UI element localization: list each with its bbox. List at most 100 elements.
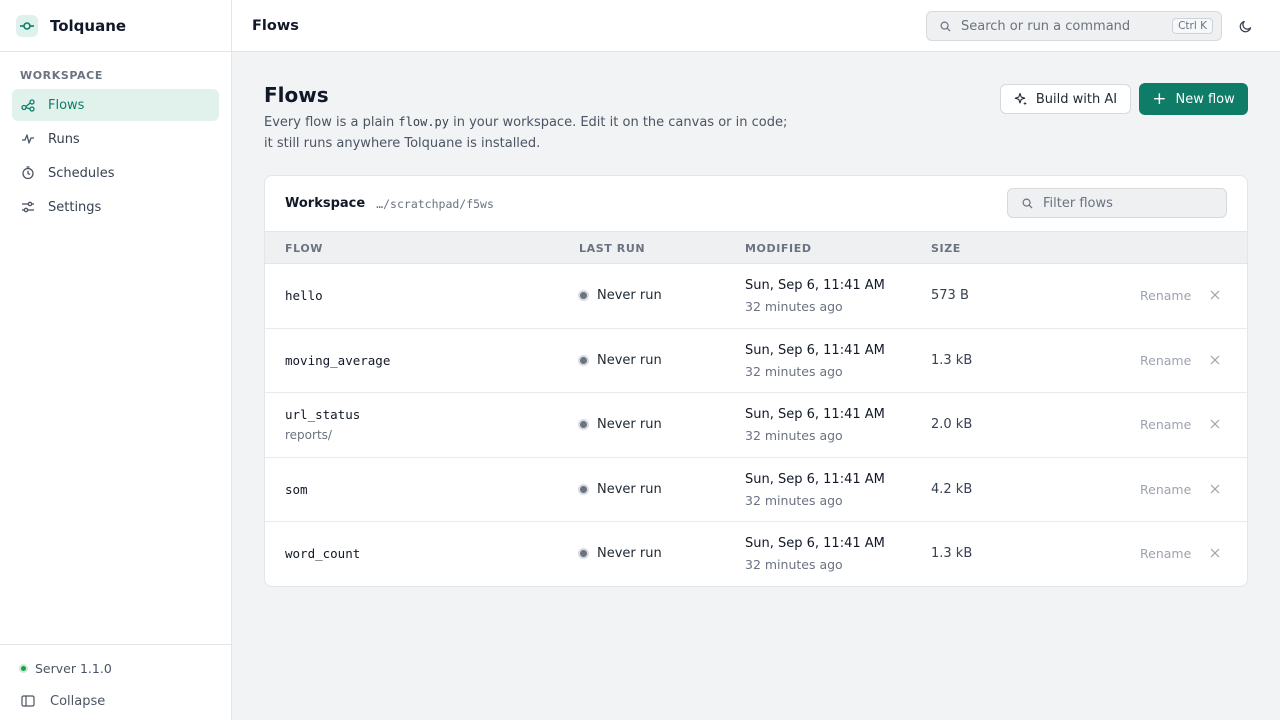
- workspace-header: Workspace …/scratchpad/f5ws Filter flows: [265, 176, 1247, 231]
- last-run-label: Never run: [597, 352, 662, 368]
- flow-name[interactable]: som: [285, 482, 308, 497]
- brand[interactable]: Tolquane: [0, 0, 231, 52]
- sidebar: Tolquane WORKSPACE Flows Runs Schedules: [0, 0, 232, 720]
- close-icon: [1210, 355, 1220, 364]
- theme-toggle-button[interactable]: [1236, 16, 1256, 36]
- sidebar-footer: Server 1.1.0 Collapse: [0, 644, 231, 720]
- collapse-button[interactable]: Collapse: [0, 690, 231, 712]
- table-row[interactable]: url_status reports/ Never run Sun, Sep 6…: [265, 393, 1247, 458]
- search-placeholder: Search or run a command: [961, 18, 1131, 34]
- workspace-path: …/scratchpad/f5ws: [376, 196, 494, 211]
- table-row[interactable]: word_count Never run Sun, Sep 6, 11:41 A…: [265, 522, 1247, 586]
- plus-icon: +: [1152, 88, 1167, 109]
- build-with-ai-label: Build with AI: [1035, 91, 1118, 107]
- modified-relative: 32 minutes ago: [745, 363, 843, 379]
- delete-button[interactable]: [1209, 483, 1221, 495]
- desc-text: it still runs anywhere Tolquane is insta…: [264, 136, 541, 151]
- close-icon: [1210, 290, 1220, 300]
- new-flow-label: New flow: [1175, 91, 1235, 107]
- filter-flows-input[interactable]: Filter flows: [1007, 188, 1227, 218]
- modified-date: Sun, Sep 6, 11:41 AM: [745, 342, 885, 358]
- rename-button[interactable]: Rename: [1140, 353, 1191, 368]
- last-run-status: Never run: [578, 288, 662, 303]
- last-run-label: Never run: [597, 288, 662, 303]
- desc-text: in your workspace. Edit it on the canvas…: [449, 115, 788, 130]
- last-run-status: Never run: [578, 417, 662, 432]
- rename-button[interactable]: Rename: [1140, 482, 1191, 497]
- sliders-icon: [20, 199, 36, 215]
- table-row[interactable]: hello Never run Sun, Sep 6, 11:41 AM 32 …: [265, 264, 1247, 329]
- close-icon: [1210, 548, 1220, 558]
- rename-button[interactable]: Rename: [1140, 417, 1191, 432]
- table-row[interactable]: moving_average Never run Sun, Sep 6, 11:…: [265, 329, 1247, 393]
- collapse-label: Collapse: [50, 693, 106, 709]
- sidebar-heading: WORKSPACE: [20, 69, 103, 82]
- flow-size: 573 B: [931, 288, 969, 303]
- close-icon: [1210, 419, 1220, 429]
- clock-icon: [20, 165, 36, 181]
- desc-text: Every flow is a plain: [264, 115, 399, 130]
- modified-date: Sun, Sep 6, 11:41 AM: [745, 278, 885, 293]
- delete-button[interactable]: [1209, 547, 1221, 559]
- table-row[interactable]: som Never run Sun, Sep 6, 11:41 AM 32 mi…: [265, 458, 1247, 522]
- flow-name[interactable]: word_count: [285, 546, 360, 561]
- flow-name[interactable]: hello: [285, 288, 323, 303]
- last-run-status: Never run: [578, 353, 662, 368]
- moon-icon: [1239, 20, 1252, 33]
- modified-relative: 32 minutes ago: [745, 557, 843, 572]
- workspace-label: Workspace: [285, 196, 366, 211]
- flow-size: 4.2 kB: [931, 481, 973, 497]
- new-flow-button[interactable]: + New flow: [1139, 83, 1248, 115]
- column-header-flow[interactable]: FLOW: [285, 242, 323, 255]
- modified-date: Sun, Sep 6, 11:41 AM: [745, 536, 885, 551]
- flow-folder: reports/: [285, 428, 332, 442]
- delete-button[interactable]: [1209, 354, 1221, 366]
- topbar: Flows Search or run a command Ctrl K: [232, 0, 1280, 52]
- server-status-dot: [19, 663, 28, 673]
- flow-size: 2.0 kB: [931, 417, 973, 432]
- flow-name[interactable]: moving_average: [285, 353, 390, 368]
- search-icon: [1022, 198, 1033, 209]
- page-title: Flows: [264, 83, 329, 107]
- status-dot: [578, 419, 589, 430]
- column-header-size[interactable]: SIZE: [931, 242, 961, 255]
- sidebar-item-label: Settings: [48, 199, 102, 215]
- logo-icon: [16, 14, 38, 37]
- sidebar-nav: WORKSPACE Flows Runs Schedules Settings: [0, 52, 231, 223]
- column-header-modified[interactable]: MODIFIED: [745, 242, 812, 255]
- build-with-ai-button[interactable]: Build with AI: [1000, 84, 1131, 114]
- last-run-status: Never run: [578, 546, 662, 561]
- modified-relative: 32 minutes ago: [745, 299, 843, 314]
- flow-name[interactable]: url_status: [285, 407, 360, 422]
- sidebar-toggle-icon: [20, 693, 36, 709]
- rename-button[interactable]: Rename: [1140, 546, 1191, 561]
- filter-placeholder: Filter flows: [1043, 195, 1113, 211]
- last-run-label: Never run: [597, 546, 662, 561]
- last-run-label: Never run: [597, 481, 662, 497]
- main-content: Flows Every flow is a plain flow.py in y…: [232, 52, 1280, 720]
- delete-button[interactable]: [1209, 289, 1221, 301]
- activity-icon: [20, 131, 36, 147]
- rename-button[interactable]: Rename: [1140, 288, 1191, 303]
- flows-icon: [20, 97, 36, 113]
- modified-date: Sun, Sep 6, 11:41 AM: [745, 471, 885, 487]
- column-header-last-run[interactable]: LAST RUN: [579, 242, 645, 255]
- sidebar-item-flows[interactable]: Flows: [12, 89, 219, 121]
- modified-relative: 32 minutes ago: [745, 492, 843, 508]
- flows-card: Workspace …/scratchpad/f5ws Filter flows…: [264, 175, 1248, 587]
- sidebar-item-schedules[interactable]: Schedules: [12, 157, 219, 189]
- sidebar-item-runs[interactable]: Runs: [12, 123, 219, 155]
- sidebar-item-label: Runs: [48, 131, 80, 147]
- command-search-input[interactable]: Search or run a command Ctrl K: [926, 11, 1222, 41]
- sparkle-icon: [1014, 91, 1028, 107]
- shortcut-hint: Ctrl K: [1172, 18, 1213, 34]
- sidebar-item-settings[interactable]: Settings: [12, 191, 219, 223]
- page-description: Every flow is a plain flow.py in your wo…: [264, 112, 824, 154]
- topbar-title: Flows: [252, 17, 299, 34]
- delete-button[interactable]: [1209, 418, 1221, 430]
- brand-name: Tolquane: [50, 16, 127, 35]
- status-dot: [578, 290, 589, 301]
- desc-code: flow.py: [398, 115, 449, 129]
- modified-relative: 32 minutes ago: [745, 428, 843, 443]
- close-icon: [1210, 484, 1220, 493]
